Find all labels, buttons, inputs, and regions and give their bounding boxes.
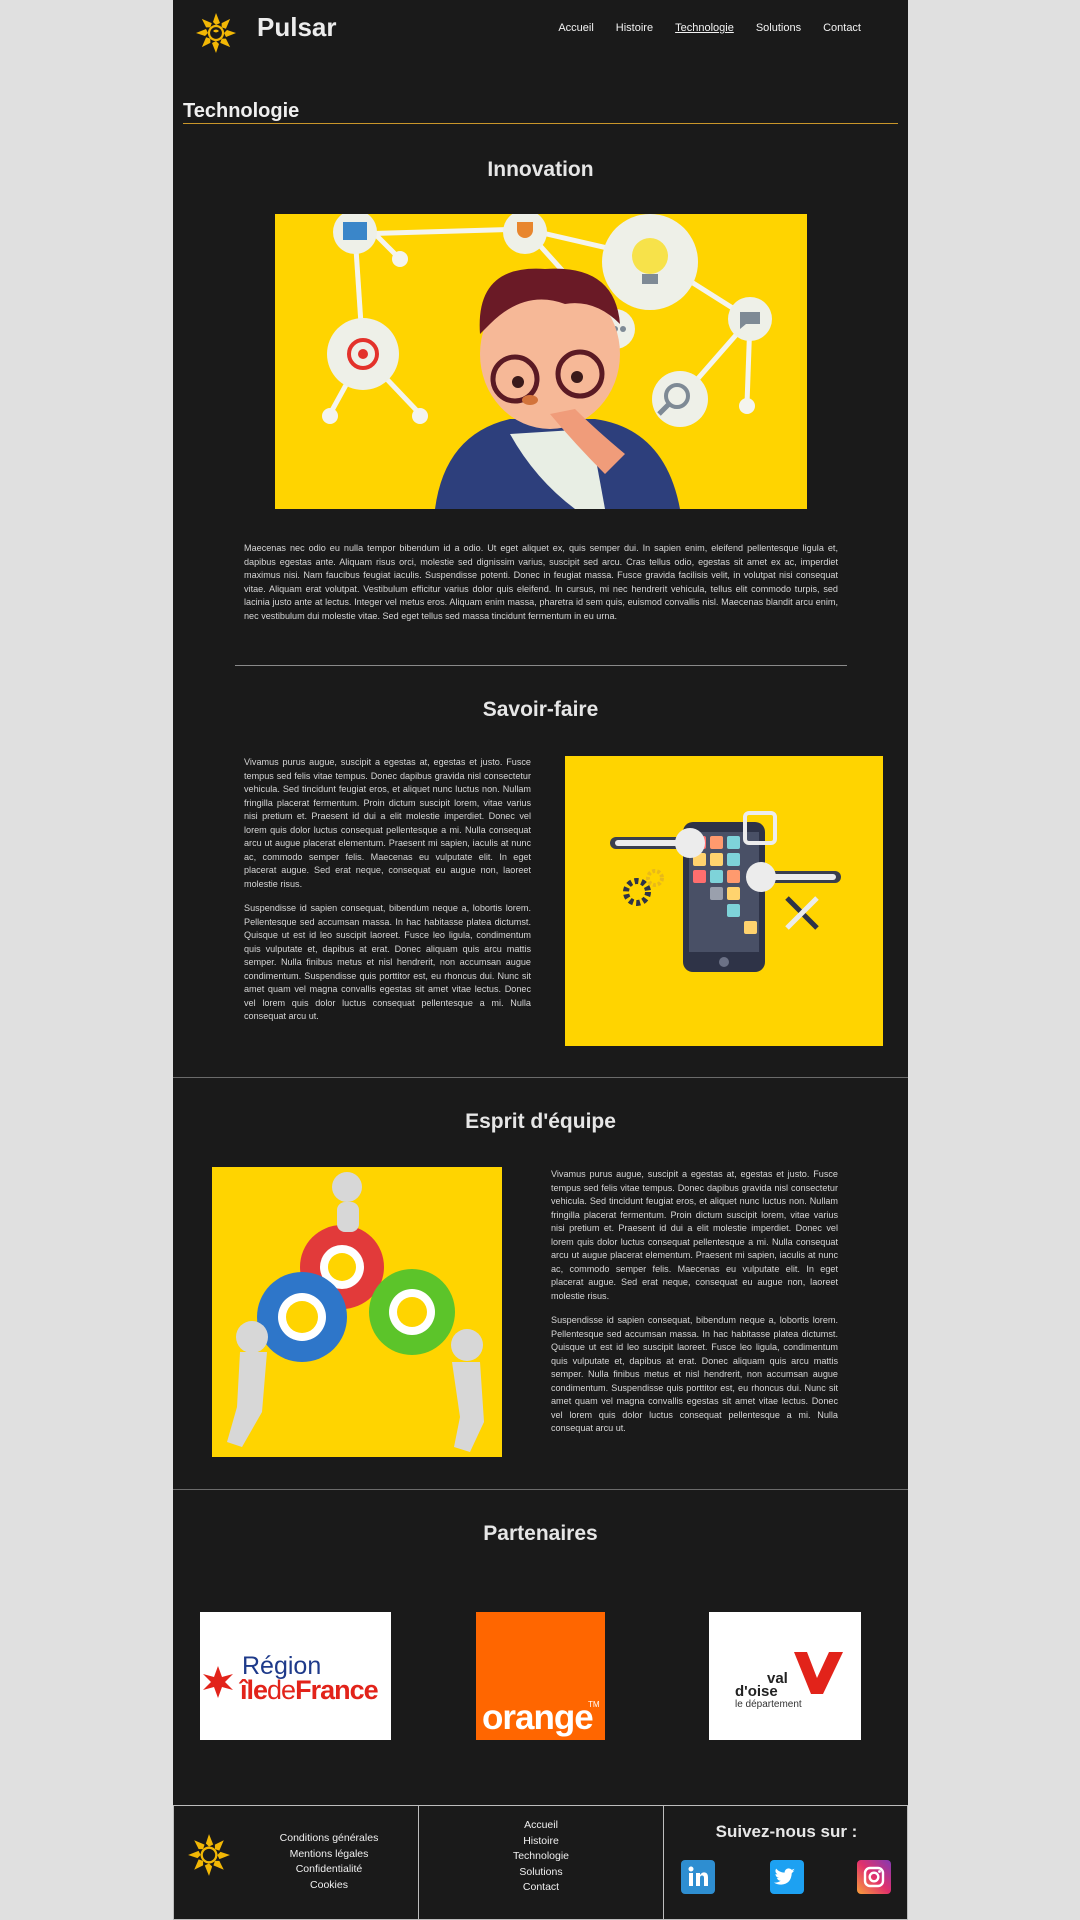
doise-text: d'oise: [735, 1683, 778, 1700]
savoir-faire-text-1: Vivamus purus augue, suscipit a egestas …: [244, 757, 531, 889]
nav-solutions[interactable]: Solutions: [756, 22, 801, 34]
footer-social-column: Suivez-nous sur :: [663, 1805, 908, 1920]
footer-nav-accueil[interactable]: Accueil: [524, 1818, 558, 1834]
section-divider: [235, 665, 847, 666]
le-departement-text: le département: [735, 1699, 802, 1710]
innovation-text: Maecenas nec odio eu nulla tempor bibend…: [244, 543, 838, 621]
savoir-faire-illustration: [565, 756, 883, 1046]
header: Pulsar Accueil Histoire Technologie Solu…: [173, 0, 908, 58]
partner-logo-orange[interactable]: orange TM: [476, 1612, 605, 1740]
brand-name[interactable]: Pulsar: [257, 12, 337, 43]
nav-accueil[interactable]: Accueil: [558, 22, 593, 34]
footer-legal-links: Conditions générales Mentions légales Co…: [264, 1831, 394, 1893]
partners-title: Partenaires: [483, 1522, 598, 1545]
instagram-icon[interactable]: [857, 1860, 891, 1894]
esprit-illustration: [212, 1167, 502, 1457]
esprit-text-2: Suspendisse id sapien consequat, bibendu…: [551, 1315, 838, 1433]
section-rule: [173, 1077, 908, 1078]
section-rule: [173, 1489, 908, 1490]
orange-text: orange: [482, 1698, 594, 1737]
page-title: Technologie: [183, 100, 300, 122]
footer-legal-column: Conditions générales Mentions légales Co…: [173, 1805, 419, 1920]
footer-nav-technologie[interactable]: Technologie: [513, 1849, 569, 1865]
nav-histoire[interactable]: Histoire: [616, 22, 653, 34]
innovation-illustration: [275, 214, 807, 509]
esprit-title: Esprit d'équipe: [465, 1110, 616, 1133]
innovation-title: Innovation: [487, 158, 594, 181]
footer-link-mentions[interactable]: Mentions légales: [290, 1847, 369, 1863]
footer-link-cookies[interactable]: Cookies: [310, 1878, 348, 1894]
page: Pulsar Accueil Histoire Technologie Solu…: [173, 0, 908, 1920]
footer-nav-links: Accueil Histoire Technologie Solutions C…: [419, 1818, 663, 1896]
ile-de-france-text: îledeFrance: [240, 1675, 379, 1705]
footer: Conditions générales Mentions légales Co…: [173, 1805, 908, 1920]
orange-tm: TM: [588, 1700, 600, 1709]
savoir-faire-title: Savoir-faire: [482, 698, 599, 721]
footer-nav-contact[interactable]: Contact: [523, 1880, 559, 1896]
partner-logo-val-doise[interactable]: val d'oise le département: [709, 1612, 861, 1740]
title-underline: [183, 123, 898, 124]
nav-contact[interactable]: Contact: [823, 22, 861, 34]
footer-link-conditions[interactable]: Conditions générales: [280, 1831, 379, 1847]
follow-us-heading: Suivez-nous sur :: [715, 1822, 858, 1841]
nav-technologie[interactable]: Technologie: [675, 22, 734, 34]
esprit-text-1: Vivamus purus augue, suscipit a egestas …: [551, 1169, 838, 1301]
savoir-faire-text-2: Suspendisse id sapien consequat, bibendu…: [244, 903, 531, 1021]
partner-logo-region-ile-de-france[interactable]: Région îledeFrance: [200, 1612, 391, 1740]
pulsar-footer-logo-icon: [188, 1834, 230, 1876]
pulsar-logo-icon[interactable]: [194, 11, 238, 55]
footer-nav-column: Accueil Histoire Technologie Solutions C…: [418, 1805, 664, 1920]
footer-nav-solutions[interactable]: Solutions: [519, 1865, 562, 1881]
twitter-icon[interactable]: [770, 1860, 804, 1894]
linkedin-icon[interactable]: [681, 1860, 715, 1894]
main-nav: Accueil Histoire Technologie Solutions C…: [558, 22, 861, 34]
footer-nav-histoire[interactable]: Histoire: [523, 1834, 559, 1850]
footer-link-confidentialite[interactable]: Confidentialité: [296, 1862, 363, 1878]
